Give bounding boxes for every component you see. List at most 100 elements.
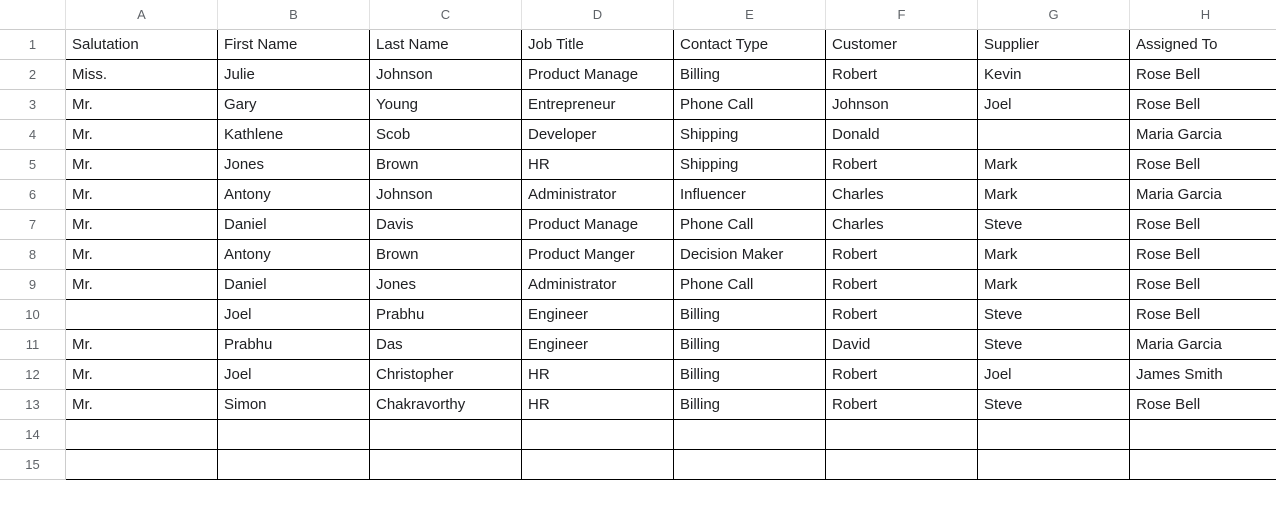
cell[interactable]: Kathlene — [218, 120, 370, 150]
cell[interactable]: Young — [370, 90, 522, 120]
cell[interactable]: Chakravorthy — [370, 390, 522, 420]
row-header[interactable]: 14 — [0, 420, 66, 450]
cell[interactable]: James Smith — [1130, 360, 1276, 390]
cell[interactable]: Supplier — [978, 30, 1130, 60]
cell[interactable]: Steve — [978, 330, 1130, 360]
cell[interactable]: Antony — [218, 180, 370, 210]
cell[interactable]: Maria Garcia — [1130, 180, 1276, 210]
cell[interactable] — [826, 420, 978, 450]
cell[interactable]: Phone Call — [674, 90, 826, 120]
row-header[interactable]: 1 — [0, 30, 66, 60]
cell[interactable]: Developer — [522, 120, 674, 150]
cell[interactable] — [66, 450, 218, 480]
cell[interactable]: Shipping — [674, 120, 826, 150]
cell[interactable]: Johnson — [370, 60, 522, 90]
cell[interactable]: Product Manger — [522, 240, 674, 270]
cell[interactable]: Shipping — [674, 150, 826, 180]
cell[interactable]: Engineer — [522, 330, 674, 360]
cell[interactable]: Entrepreneur — [522, 90, 674, 120]
row-header[interactable]: 8 — [0, 240, 66, 270]
cell[interactable] — [66, 300, 218, 330]
cell[interactable]: Rose Bell — [1130, 300, 1276, 330]
cell[interactable] — [978, 120, 1130, 150]
row-header[interactable]: 12 — [0, 360, 66, 390]
cell[interactable]: Rose Bell — [1130, 270, 1276, 300]
cell[interactable]: Mr. — [66, 270, 218, 300]
column-header[interactable]: G — [978, 0, 1130, 30]
spreadsheet[interactable]: ABCDEFGH1SalutationFirst NameLast NameJo… — [0, 0, 1276, 480]
cell[interactable]: Charles — [826, 210, 978, 240]
cell[interactable]: Rose Bell — [1130, 150, 1276, 180]
cell[interactable]: Mr. — [66, 150, 218, 180]
cell[interactable]: Robert — [826, 60, 978, 90]
cell[interactable]: Steve — [978, 210, 1130, 240]
column-header[interactable]: A — [66, 0, 218, 30]
row-header[interactable]: 13 — [0, 390, 66, 420]
column-header[interactable]: B — [218, 0, 370, 30]
row-header[interactable]: 2 — [0, 60, 66, 90]
cell[interactable] — [674, 420, 826, 450]
cell[interactable]: Joel — [978, 360, 1130, 390]
cell[interactable]: Johnson — [826, 90, 978, 120]
cell[interactable]: Joel — [218, 360, 370, 390]
cell[interactable]: HR — [522, 390, 674, 420]
cell[interactable]: Christopher — [370, 360, 522, 390]
column-header[interactable]: H — [1130, 0, 1276, 30]
cell[interactable]: Daniel — [218, 270, 370, 300]
cell[interactable]: Engineer — [522, 300, 674, 330]
cell[interactable]: Robert — [826, 360, 978, 390]
cell[interactable]: Jones — [218, 150, 370, 180]
cell[interactable] — [66, 420, 218, 450]
cell[interactable]: Brown — [370, 240, 522, 270]
cell[interactable]: Das — [370, 330, 522, 360]
cell[interactable]: Assigned To — [1130, 30, 1276, 60]
cell[interactable]: Mr. — [66, 360, 218, 390]
cell[interactable]: Rose Bell — [1130, 210, 1276, 240]
cell[interactable]: Julie — [218, 60, 370, 90]
cell[interactable]: Billing — [674, 330, 826, 360]
cell[interactable] — [826, 450, 978, 480]
cell[interactable]: Steve — [978, 300, 1130, 330]
cell[interactable]: Johnson — [370, 180, 522, 210]
cell[interactable]: Mr. — [66, 330, 218, 360]
cell[interactable]: Antony — [218, 240, 370, 270]
cell[interactable]: Mr. — [66, 240, 218, 270]
column-header[interactable]: C — [370, 0, 522, 30]
cell[interactable]: Kevin — [978, 60, 1130, 90]
cell[interactable]: Robert — [826, 270, 978, 300]
cell[interactable]: HR — [522, 150, 674, 180]
cell[interactable]: Mark — [978, 240, 1130, 270]
cell[interactable]: Jones — [370, 270, 522, 300]
row-header[interactable]: 10 — [0, 300, 66, 330]
cell[interactable]: Maria Garcia — [1130, 330, 1276, 360]
cell[interactable]: Billing — [674, 60, 826, 90]
column-header[interactable]: D — [522, 0, 674, 30]
cell[interactable]: Phone Call — [674, 210, 826, 240]
cell[interactable]: Scob — [370, 120, 522, 150]
cell[interactable]: Robert — [826, 300, 978, 330]
cell[interactable]: Salutation — [66, 30, 218, 60]
row-header[interactable]: 5 — [0, 150, 66, 180]
cell[interactable] — [522, 420, 674, 450]
cell[interactable]: Rose Bell — [1130, 90, 1276, 120]
cell[interactable] — [978, 420, 1130, 450]
row-header[interactable]: 3 — [0, 90, 66, 120]
cell[interactable]: Product Manage — [522, 60, 674, 90]
cell[interactable]: First Name — [218, 30, 370, 60]
cell[interactable]: Gary — [218, 90, 370, 120]
cell[interactable]: Mr. — [66, 120, 218, 150]
cell[interactable]: Rose Bell — [1130, 390, 1276, 420]
row-header[interactable]: 9 — [0, 270, 66, 300]
cell[interactable] — [218, 420, 370, 450]
cell[interactable]: Decision Maker — [674, 240, 826, 270]
cell[interactable]: Simon — [218, 390, 370, 420]
cell[interactable]: Robert — [826, 240, 978, 270]
cell[interactable]: Job Title — [522, 30, 674, 60]
cell[interactable]: Mr. — [66, 390, 218, 420]
column-header[interactable]: E — [674, 0, 826, 30]
cell[interactable]: Mr. — [66, 90, 218, 120]
cell[interactable]: Charles — [826, 180, 978, 210]
cell[interactable]: Last Name — [370, 30, 522, 60]
cell[interactable]: Davis — [370, 210, 522, 240]
cell[interactable]: Joel — [978, 90, 1130, 120]
